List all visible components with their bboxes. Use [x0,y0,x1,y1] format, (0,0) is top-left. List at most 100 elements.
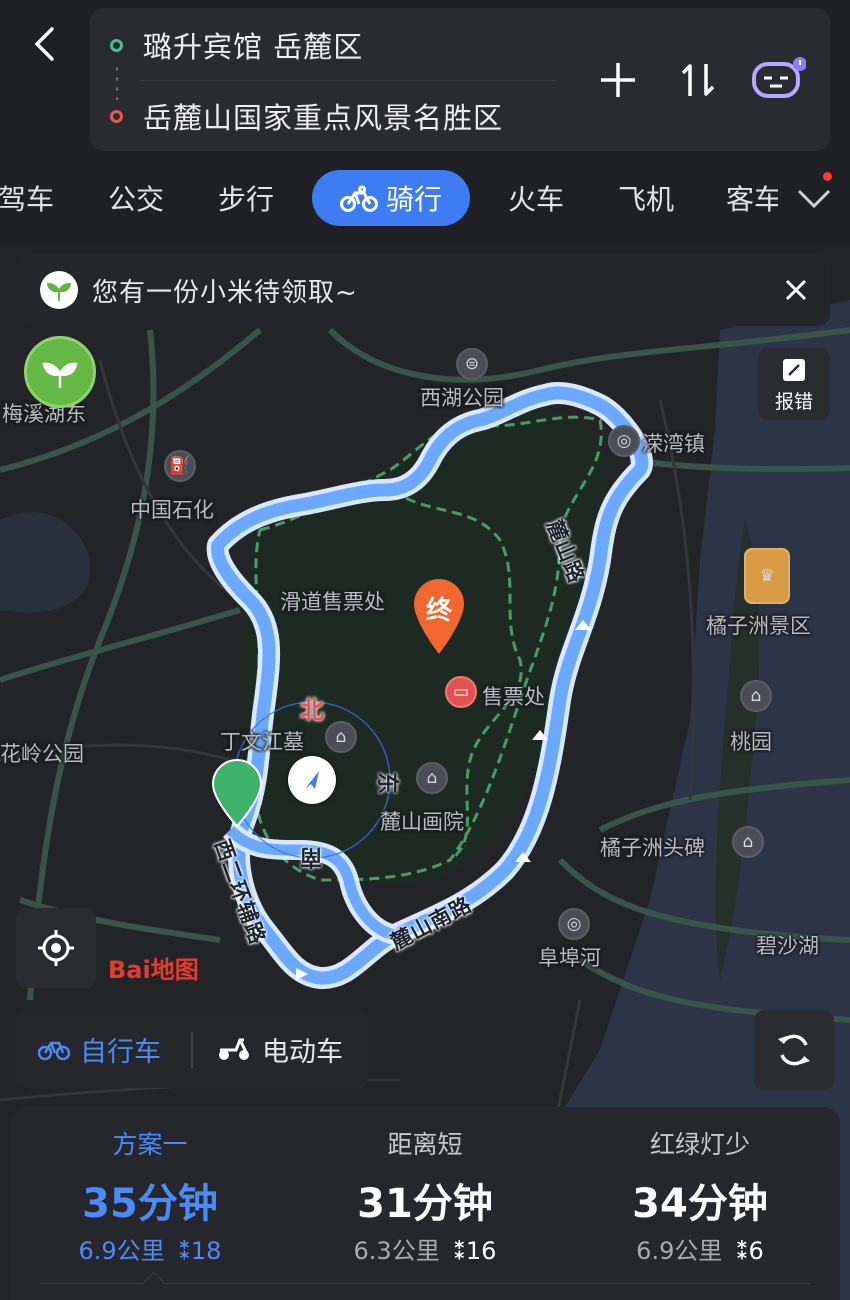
tab-walk[interactable]: 步行 [214,170,278,226]
waypoint-connector [116,64,118,100]
plan-distance: 6.9公里 [78,1237,165,1265]
vehicle-divider [191,1032,193,1068]
sprout-badge-icon [40,271,78,309]
more-modes-button[interactable] [778,166,850,230]
destination-text: 岳麓山国家重点风景名胜区 [143,101,504,135]
refresh-button[interactable] [754,1010,834,1090]
place-label-huadao: 滑道售票处 [280,590,385,614]
traffic-light-icon: ⁑ [453,1237,466,1265]
assistant-button[interactable] [750,50,806,106]
route-header: 璐升宾馆 岳麓区 岳麓山国家重点风景名胜区 驾车 公交 步行 骑行 火车 飞机 … [0,0,850,244]
town-icon[interactable]: ◎ [608,425,640,457]
destination-field[interactable]: 岳麓山国家重点风景名胜区 [90,96,503,136]
destination-dot-icon [110,109,123,123]
locate-button[interactable] [16,908,96,988]
gas-station-icon[interactable]: ⛽ [164,450,196,482]
plan-lights: 18 [190,1237,222,1265]
chevron-left-icon [34,27,54,61]
locate-icon [38,930,74,966]
robot-icon [752,57,806,98]
report-label: 报错 [774,390,813,413]
compass-east: 东 [374,771,400,795]
refresh-icon [778,1034,810,1066]
place-label-bisha: 碧沙湖 [756,934,819,958]
back-button[interactable] [22,22,66,66]
gallery-icon[interactable]: ⌂ [416,762,448,794]
traffic-light-icon: ⁑ [178,1237,191,1265]
tab-flight[interactable]: 飞机 [614,170,678,226]
traffic-light-icon: ⁑ [735,1237,749,1265]
notification-dot [823,172,832,181]
place-label-shoupiao: 售票处 [482,685,545,709]
plan-distance: 6.3公里 [353,1237,440,1265]
report-button[interactable]: 报错 [758,348,830,420]
place-label-lushan-huayuan: 麓山画院 [380,810,464,834]
swap-button[interactable] [670,52,726,108]
vehicle-tab-bike[interactable]: 自行车 [38,1010,161,1088]
tab-ride-label: 骑行 [385,183,442,216]
tab-drive[interactable]: 驾车 [0,170,56,226]
plan-lights: 16 [465,1237,497,1265]
add-waypoint-button[interactable] [590,52,646,108]
edit-icon [783,358,805,381]
baidu-logo: Bai地图 [108,956,199,984]
compass-south: 南 [300,844,323,869]
place-label-toubei: 橘子洲头碑 [600,836,705,860]
start-marker-icon[interactable] [210,758,264,828]
plan-label: 距离短 [387,1130,463,1159]
promo-banner-text: 您有一份小米待领取~ [92,277,358,308]
place-label-juzizhou: 橘子洲景区 [706,614,811,638]
swap-icon [681,64,715,96]
plan-label: 方案一 [112,1130,188,1159]
plan-meta: 6.9公里 ⁑6 [562,1231,838,1266]
place-label-xihu: 西湖公园 [420,386,504,410]
tab-ride[interactable]: 骑行 [312,170,470,226]
bike-icon [38,1041,70,1061]
promo-banner[interactable]: 您有一份小米待领取~ [20,254,830,326]
place-label-taoyuan: 桃园 [730,730,772,754]
place-label-xiwan: 溁湾镇 [642,432,705,456]
tab-train[interactable]: 火车 [504,170,568,226]
plan-duration: 34分钟 [632,1181,768,1227]
origin-field[interactable]: 璐升宾馆 岳麓区 [90,25,363,65]
town-icon[interactable]: ◎ [558,908,590,940]
scooter-icon [219,1038,249,1060]
place-label-sinopec: 中国石化 [130,498,214,522]
plan-option-1[interactable]: 方案一 35分钟 6.9公里 ⁑18 [12,1107,288,1287]
current-location-icon [288,756,336,804]
plan-option-3[interactable]: 红绿灯少 34分钟 6.9公里 ⁑6 [562,1107,838,1287]
place-label-huaping: 花岭公园 [0,742,84,766]
plus-icon [601,63,635,97]
route-plans-sheet: 方案一 35分钟 6.9公里 ⁑18 距离短 31分钟 6.3公里 ⁑16 红绿… [10,1107,840,1300]
vehicle-tab-ebike[interactable]: 电动车 [216,1010,343,1088]
chevron-down-icon [797,189,831,209]
statue-icon[interactable]: ♛ [744,548,790,604]
plan-duration: 31分钟 [357,1181,493,1227]
bike-icon [339,185,378,212]
end-marker-label: 终 [425,596,452,626]
plan-distance: 6.9公里 [636,1237,723,1265]
plan-meta: 6.9公里 ⁑18 [12,1231,288,1266]
compass-north: 北 [300,696,324,724]
monument-icon[interactable]: ⌂ [732,826,764,858]
tab-transit[interactable]: 公交 [104,170,168,226]
plan-meta: 6.3公里 ⁑16 [287,1231,563,1266]
metro-icon[interactable]: ⊜ [456,348,488,380]
end-marker[interactable]: 终 [412,576,466,656]
vehicle-selector: 自行车 电动车 [16,1010,368,1088]
close-banner-button[interactable] [780,274,812,306]
plan-option-2[interactable]: 距离短 31分钟 6.3公里 ⁑16 [287,1107,563,1287]
origin-text: 璐升宾馆 岳麓区 [143,30,364,64]
ticket-icon[interactable]: ▭ [445,676,477,708]
tomb-icon[interactable]: ⌂ [325,721,357,753]
sprout-icon[interactable] [24,336,96,408]
vehicle-ebike-label: 电动车 [262,1036,343,1068]
place-label-fubu: 阜埠河 [538,946,601,970]
travel-mode-tabs: 驾车 公交 步行 骑行 火车 飞机 客车 [0,166,850,230]
plan-duration: 35分钟 [82,1181,218,1227]
origin-dot-icon [110,38,123,52]
plan-lights: 6 [748,1237,764,1265]
place-label-dingwenjiang: 丁文江墓 [220,730,304,754]
plan-label: 红绿灯少 [649,1130,750,1159]
park-icon[interactable]: ⌂ [740,680,772,712]
